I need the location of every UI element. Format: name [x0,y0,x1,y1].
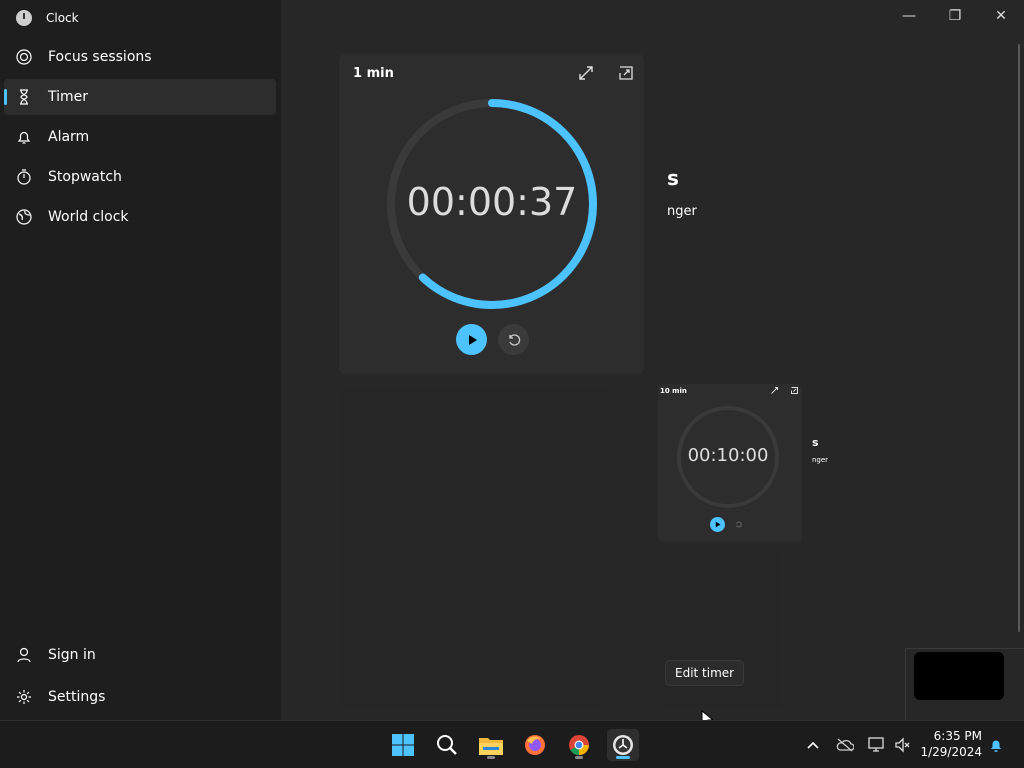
taskbar-time: 6:35 PM [933,729,982,743]
taskbar-date: 1/29/2024 [920,745,982,759]
firefox-icon[interactable] [519,729,551,761]
sidebar-item-label: Sign in [48,647,96,663]
globe-icon [16,209,32,225]
minimize-button[interactable]: — [886,0,932,32]
play-button[interactable] [710,517,725,532]
partial-heading: s [667,166,679,190]
title-bar: Clock [0,0,281,36]
expand-icon[interactable] [577,64,595,82]
partial-heading-small: s [812,436,819,449]
stopwatch-icon [17,169,31,185]
timer-card-10min[interactable]: 10 min 00:10:00 [658,384,802,542]
edit-timer-tooltip: Edit timer [665,660,745,686]
sidebar-item-world-clock[interactable]: World clock [4,199,276,235]
close-button[interactable]: ✕ [978,0,1024,32]
file-explorer-icon[interactable] [475,729,507,761]
sidebar-item-alarm[interactable]: Alarm [4,119,276,155]
sidebar-item-focus-sessions[interactable]: Focus sessions [4,39,276,75]
reset-icon [508,333,520,346]
keep-on-top-icon[interactable] [790,386,799,395]
timer-card-title: 10 min [660,387,687,395]
clock-app-window: Clock Focus sessions Timer Alarm Stopwat… [0,0,1024,728]
search-icon[interactable] [431,729,463,761]
sidebar-item-label: Stopwatch [48,169,122,185]
focus-icon [16,49,32,65]
play-icon [715,521,721,528]
keep-on-top-icon[interactable] [617,64,635,82]
app-title: Clock [46,11,79,25]
user-icon [17,647,31,663]
onedrive-icon[interactable] [835,735,855,755]
overlay-black-panel [914,652,1004,700]
timer-time-display: 00:00:37 [406,180,578,224]
clock-app-icon [16,10,32,26]
reset-button[interactable] [498,324,529,355]
partial-subtext-small: nger [812,456,829,464]
taskbar: 6:35 PM 1/29/2024 [0,720,1024,768]
sidebar-item-settings[interactable]: Settings [4,679,276,715]
running-indicator [575,756,583,759]
partial-subtext: nger [667,204,697,219]
taskbar-clock[interactable]: 6:35 PM 1/29/2024 [920,728,982,760]
timer-card-1min[interactable]: 1 min 00:00:37 [339,54,644,374]
volume-muted-icon[interactable] [893,735,913,755]
hourglass-icon [20,89,28,105]
network-icon[interactable] [867,735,887,755]
play-button[interactable] [456,324,487,355]
chrome-icon[interactable] [563,729,595,761]
play-icon [468,334,477,345]
clock-app-icon[interactable] [607,729,639,761]
sidebar: Clock Focus sessions Timer Alarm Stopwat… [0,0,281,720]
timer-time-display: 00:10:00 [687,445,769,466]
scrollbar[interactable] [1018,44,1020,632]
expand-icon[interactable] [770,386,779,395]
timer-card-title: 1 min [353,66,394,81]
sidebar-item-label: World clock [48,209,129,225]
sidebar-item-label: Focus sessions [48,49,152,65]
active-app-indicator [616,756,630,759]
sidebar-item-label: Alarm [48,129,90,145]
bell-icon [17,131,31,144]
window-controls: — ❐ ✕ [886,0,1024,32]
reset-icon [736,521,742,528]
notification-bell-icon[interactable] [986,735,1006,755]
maximize-button[interactable]: ❐ [932,0,978,32]
sidebar-item-stopwatch[interactable]: Stopwatch [4,159,276,195]
gear-icon [17,690,31,704]
sidebar-item-label: Timer [48,89,89,105]
empty-timer-placeholder [339,388,607,710]
sidebar-item-sign-in[interactable]: Sign in [4,637,276,673]
sidebar-item-timer[interactable]: Timer [4,79,276,115]
chevron-up-icon[interactable] [803,735,823,755]
reset-button[interactable] [731,517,746,532]
running-indicator [487,756,495,759]
sidebar-item-label: Settings [48,689,106,705]
windows-start-icon[interactable] [387,729,419,761]
